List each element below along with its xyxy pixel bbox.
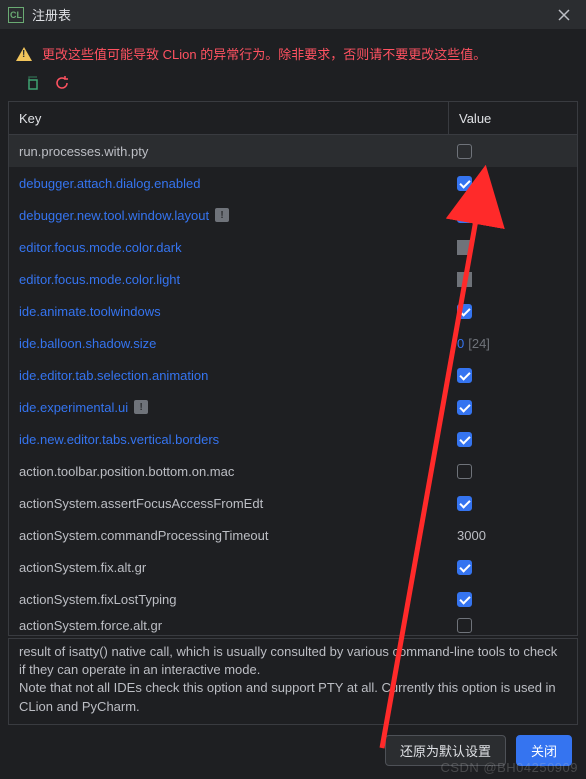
warning-icon (16, 47, 32, 61)
toolbar (0, 69, 586, 101)
title-bar: CL 注册表 (0, 0, 586, 30)
value-checkbox[interactable] (457, 560, 472, 575)
registry-value[interactable] (449, 432, 577, 447)
description-line: Note that not all IDEs check this option… (19, 680, 556, 713)
value-checkbox[interactable] (457, 208, 472, 223)
description-panel: result of isatty() native call, which is… (8, 638, 578, 725)
table-row[interactable]: ide.experimental.ui! (9, 391, 577, 423)
registry-value[interactable] (449, 272, 577, 287)
value-checkbox[interactable] (457, 368, 472, 383)
description-line: result of isatty() native call, which is… (19, 644, 557, 677)
registry-key: ide.animate.toolwindows (9, 304, 449, 319)
close-icon[interactable] (550, 1, 578, 29)
registry-value[interactable] (449, 368, 577, 383)
table-row[interactable]: debugger.new.tool.window.layout! (9, 199, 577, 231)
table-row[interactable]: actionSystem.commandProcessingTimeout300… (9, 519, 577, 551)
registry-value[interactable] (449, 592, 577, 607)
registry-key: actionSystem.fixLostTyping (9, 592, 449, 607)
registry-key: run.processes.with.pty (9, 144, 449, 159)
value-checkbox[interactable] (457, 144, 472, 159)
registry-key: debugger.new.tool.window.layout! (9, 208, 449, 223)
registry-value[interactable] (449, 464, 577, 479)
table-row[interactable]: ide.editor.tab.selection.animation (9, 359, 577, 391)
table-row[interactable]: actionSystem.force.alt.gr (9, 615, 577, 635)
table-row[interactable]: editor.focus.mode.color.light (9, 263, 577, 295)
table-row[interactable]: editor.focus.mode.color.dark (9, 231, 577, 263)
registry-key: actionSystem.commandProcessingTimeout (9, 528, 449, 543)
registry-key: ide.new.editor.tabs.vertical.borders (9, 432, 449, 447)
restart-required-icon: ! (215, 208, 229, 222)
table-row[interactable]: actionSystem.fixLostTyping (9, 583, 577, 615)
registry-key: ide.experimental.ui! (9, 400, 449, 415)
table-row[interactable]: ide.balloon.shadow.size0[24] (9, 327, 577, 359)
column-header-key[interactable]: Key (9, 102, 449, 134)
registry-value[interactable] (449, 304, 577, 319)
watermark: CSDN @BH04250909 (440, 760, 578, 775)
table-row[interactable]: ide.animate.toolwindows (9, 295, 577, 327)
color-swatch[interactable] (457, 272, 472, 287)
table-row[interactable]: ide.new.editor.tabs.vertical.borders (9, 423, 577, 455)
registry-value[interactable] (449, 560, 577, 575)
registry-value[interactable]: 0[24] (449, 336, 577, 351)
value-checkbox[interactable] (457, 176, 472, 191)
registry-key: ide.editor.tab.selection.animation (9, 368, 449, 383)
registry-key: actionSystem.assertFocusAccessFromEdt (9, 496, 449, 511)
registry-value[interactable]: 3000 (449, 528, 577, 543)
table-row[interactable]: debugger.attach.dialog.enabled (9, 167, 577, 199)
registry-value[interactable] (449, 618, 577, 633)
value-checkbox[interactable] (457, 432, 472, 447)
registry-key: actionSystem.fix.alt.gr (9, 560, 449, 575)
table-row[interactable]: actionSystem.fix.alt.gr (9, 551, 577, 583)
value-checkbox[interactable] (457, 618, 472, 633)
registry-value[interactable] (449, 176, 577, 191)
copy-icon[interactable] (24, 75, 40, 91)
window-title: 注册表 (32, 5, 550, 24)
registry-key: editor.focus.mode.color.dark (9, 240, 449, 255)
registry-value[interactable] (449, 496, 577, 511)
value-checkbox[interactable] (457, 496, 472, 511)
table-row[interactable]: run.processes.with.pty (9, 135, 577, 167)
value-checkbox[interactable] (457, 400, 472, 415)
registry-value[interactable] (449, 240, 577, 255)
table-body: run.processes.with.pty debugger.attach.di… (8, 135, 578, 636)
registry-value[interactable] (449, 400, 577, 415)
registry-key: editor.focus.mode.color.light (9, 272, 449, 287)
table-header: Key Value (8, 101, 578, 135)
table-row[interactable]: action.toolbar.position.bottom.on.mac (9, 455, 577, 487)
column-header-value[interactable]: Value (449, 102, 577, 134)
restart-required-icon: ! (134, 400, 148, 414)
warning-banner: 更改这些值可能导致 CLion 的异常行为。除非要求，否则请不要更改这些值。 (0, 30, 586, 69)
color-swatch[interactable] (457, 240, 472, 255)
registry-key: action.toolbar.position.bottom.on.mac (9, 464, 449, 479)
value-checkbox[interactable] (457, 464, 472, 479)
registry-key: ide.balloon.shadow.size (9, 336, 449, 351)
table-row[interactable]: actionSystem.assertFocusAccessFromEdt (9, 487, 577, 519)
registry-value[interactable] (449, 144, 577, 159)
value-checkbox[interactable] (457, 304, 472, 319)
refresh-icon[interactable] (54, 75, 70, 91)
registry-value[interactable] (449, 208, 577, 223)
warning-text: 更改这些值可能导致 CLion 的异常行为。除非要求，否则请不要更改这些值。 (42, 44, 486, 63)
registry-key: actionSystem.force.alt.gr (9, 618, 449, 633)
value-checkbox[interactable] (457, 592, 472, 607)
app-icon: CL (8, 7, 24, 23)
registry-key: debugger.attach.dialog.enabled (9, 176, 449, 191)
